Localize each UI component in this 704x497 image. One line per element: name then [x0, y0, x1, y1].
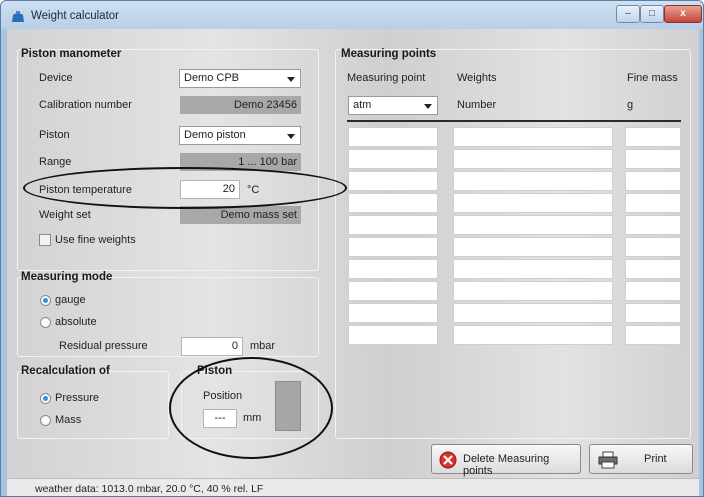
- temperature-label: Piston temperature: [39, 184, 132, 196]
- status-text: weather data: 1013.0 mbar, 20.0 °C, 40 %…: [35, 483, 264, 495]
- fine-mass-unit: g: [627, 99, 634, 111]
- piston-manometer-title: Piston manometer: [21, 48, 122, 60]
- delete-icon: [439, 451, 457, 469]
- range-label: Range: [39, 156, 72, 168]
- residual-pressure-label: Residual pressure: [59, 340, 148, 352]
- calibration-label: Calibration number: [39, 99, 132, 111]
- fine-mass-cell[interactable]: [625, 237, 681, 257]
- print-button[interactable]: Print: [589, 444, 693, 474]
- window-title: Weight calculator: [31, 10, 119, 22]
- temperature-unit: °C: [247, 184, 260, 196]
- measuring-point-cell[interactable]: [348, 259, 438, 279]
- app-icon: [12, 11, 24, 22]
- measuring-point-cell[interactable]: [348, 215, 438, 235]
- position-input[interactable]: ---: [203, 409, 237, 428]
- residual-pressure-input[interactable]: 0: [181, 337, 243, 356]
- chevron-down-icon: [287, 77, 295, 82]
- title-bar[interactable]: Weight calculator – □ x: [1, 1, 703, 29]
- piston-value: Demo piston: [184, 129, 246, 141]
- piston-position-indicator: [275, 381, 301, 431]
- weights-cell[interactable]: [453, 281, 613, 301]
- calibration-value: Demo 23456: [180, 96, 301, 114]
- weights-cell[interactable]: [453, 127, 613, 147]
- chevron-down-icon: [424, 104, 432, 109]
- mass-label: Mass: [55, 414, 82, 426]
- point-unit-select[interactable]: atm: [348, 96, 438, 115]
- fine-mass-cell[interactable]: [625, 281, 681, 301]
- weights-cell[interactable]: [453, 215, 613, 235]
- weights-cell[interactable]: [453, 149, 613, 169]
- pressure-label: Pressure: [55, 392, 100, 404]
- measuring-point-cell[interactable]: [348, 127, 438, 147]
- col-measuring-point: Measuring point: [347, 72, 426, 84]
- measuring-point-cell[interactable]: [348, 281, 438, 301]
- weightset-value: Demo mass set: [180, 206, 301, 224]
- fine-weights-label: Use fine weights: [55, 234, 136, 246]
- minimize-button[interactable]: –: [616, 5, 640, 23]
- absolute-label: absolute: [55, 316, 97, 328]
- recalculation-group: [17, 371, 169, 439]
- fine-mass-cell[interactable]: [625, 325, 681, 345]
- measuring-point-cell[interactable]: [348, 237, 438, 257]
- measuring-point-cell[interactable]: [348, 171, 438, 191]
- fine-mass-cell[interactable]: [625, 171, 681, 191]
- piston-select[interactable]: Demo piston: [179, 126, 301, 145]
- position-label: Position: [203, 390, 243, 402]
- measuring-point-cell[interactable]: [348, 193, 438, 213]
- point-unit-value: atm: [353, 99, 372, 111]
- device-select[interactable]: Demo CPB: [179, 69, 301, 88]
- fine-mass-cell[interactable]: [625, 127, 681, 147]
- weights-cell[interactable]: [453, 193, 613, 213]
- measuring-mode-title: Measuring mode: [21, 271, 113, 283]
- fine-mass-cell[interactable]: [625, 149, 681, 169]
- weight-calculator-window: Weight calculator – □ x Piston manometer…: [0, 0, 704, 497]
- weights-unit: Number: [457, 99, 497, 111]
- maximize-button[interactable]: □: [640, 5, 664, 23]
- print-button-label: Print: [644, 453, 667, 465]
- temperature-input[interactable]: 20: [180, 180, 240, 199]
- absolute-radio[interactable]: [40, 317, 51, 328]
- weights-cell[interactable]: [453, 259, 613, 279]
- status-bar: weather data: 1013.0 mbar, 20.0 °C, 40 %…: [7, 478, 699, 496]
- fine-mass-cell[interactable]: [625, 215, 681, 235]
- pressure-radio[interactable]: [40, 393, 51, 404]
- gauge-radio[interactable]: [40, 295, 51, 306]
- fine-mass-cell[interactable]: [625, 259, 681, 279]
- col-fine-mass: Fine mass: [627, 72, 678, 84]
- device-value: Demo CPB: [184, 72, 240, 84]
- close-button[interactable]: x: [664, 5, 702, 23]
- piston-title: Piston: [197, 365, 233, 377]
- measuring-point-cell[interactable]: [348, 303, 438, 323]
- delete-button-label: Delete Measuring points: [463, 453, 550, 477]
- weights-cell[interactable]: [453, 171, 613, 191]
- fine-mass-cell[interactable]: [625, 303, 681, 323]
- chevron-down-icon: [287, 134, 295, 139]
- printer-icon: [598, 451, 618, 469]
- gauge-label: gauge: [55, 294, 86, 306]
- measuring-point-cell[interactable]: [348, 325, 438, 345]
- delete-measuring-points-button[interactable]: Delete Measuring points: [431, 444, 581, 477]
- piston-label: Piston: [39, 129, 70, 141]
- client-area: Piston manometer Device Demo CPB Calibra…: [7, 29, 699, 478]
- fine-mass-cell[interactable]: [625, 193, 681, 213]
- header-divider: [347, 120, 681, 122]
- residual-pressure-unit: mbar: [250, 340, 276, 352]
- measuring-point-cell[interactable]: [348, 149, 438, 169]
- weightset-label: Weight set: [39, 209, 91, 221]
- position-unit: mm: [243, 412, 262, 424]
- col-weights: Weights: [457, 72, 497, 84]
- fine-weights-checkbox[interactable]: [39, 234, 51, 246]
- mass-radio[interactable]: [40, 415, 51, 426]
- weights-cell[interactable]: [453, 325, 613, 345]
- recalculation-title: Recalculation of: [21, 365, 110, 377]
- measuring-points-title: Measuring points: [341, 48, 437, 60]
- weights-cell[interactable]: [453, 303, 613, 323]
- weights-cell[interactable]: [453, 237, 613, 257]
- range-value: 1 ... 100 bar: [180, 153, 301, 171]
- device-label: Device: [39, 72, 73, 84]
